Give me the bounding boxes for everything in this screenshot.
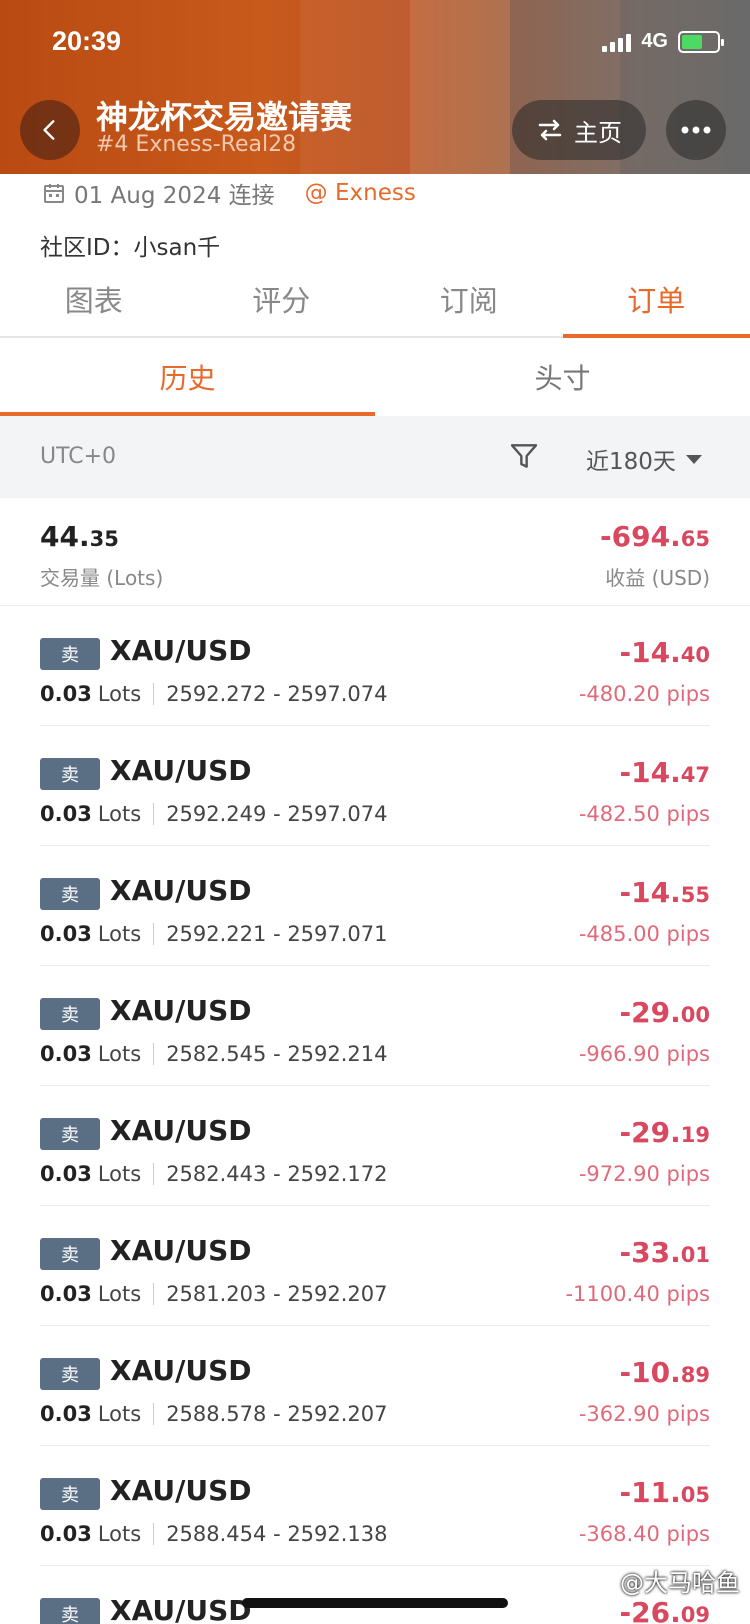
- header-photo-tile: [410, 0, 510, 174]
- subtab-history[interactable]: 历史: [0, 338, 375, 416]
- watermark: @大马哈鱼: [620, 1569, 740, 1597]
- more-button[interactable]: [666, 100, 726, 160]
- order-profit: -14.40: [619, 636, 710, 669]
- summary-panel: 44.35 交易量 (Lots) -694.65 收益 (USD): [0, 498, 750, 606]
- order-row[interactable]: 卖 XAU/USD 0.03 Lots 2592.272 - 2597.074 -1…: [40, 606, 710, 726]
- home-button[interactable]: 主页: [512, 100, 646, 160]
- order-details: 0.03 Lots 2582.443 - 2592.172: [40, 1162, 388, 1186]
- order-symbol: XAU/USD: [110, 874, 252, 907]
- order-pips: -368.40 pips: [578, 1522, 710, 1546]
- signal-icon: [602, 32, 632, 52]
- side-badge: 卖: [40, 998, 100, 1030]
- order-profit: -10.89: [619, 1356, 710, 1389]
- order-profit: -29.19: [619, 1116, 710, 1149]
- order-pips: -482.50 pips: [578, 802, 710, 826]
- more-dots-icon: [681, 126, 711, 134]
- header-photo-tile: [300, 0, 410, 174]
- date-range-label: 近180天: [586, 449, 676, 475]
- filter-bar: UTC+0 近180天: [0, 416, 750, 498]
- order-row[interactable]: 卖 XAU/USD 0.03 Lots 2592.249 - 2597.074 -1…: [40, 726, 710, 846]
- side-badge: 卖: [40, 1238, 100, 1270]
- tab-subscribe[interactable]: 订阅: [375, 262, 563, 336]
- order-pips: -1100.40 pips: [565, 1282, 710, 1306]
- chevron-left-icon: [43, 120, 55, 140]
- order-details: 0.03 Lots 2592.221 - 2597.071: [40, 922, 388, 946]
- tab-rating[interactable]: 评分: [188, 262, 376, 336]
- back-button[interactable]: [20, 100, 80, 160]
- broker-link[interactable]: @ Exness: [305, 180, 416, 206]
- pnl-label: 收益 (USD): [605, 566, 710, 590]
- app-header: 20:39 4G 神龙杯交易邀请赛 #4 Exness-Real28 主页: [0, 0, 750, 174]
- order-row[interactable]: 卖 XAU/USD -26.09: [40, 1566, 710, 1624]
- order-profit: -14.47: [619, 756, 710, 789]
- order-row[interactable]: 卖 XAU/USD 0.03 Lots 2582.443 - 2592.172 -2…: [40, 1086, 710, 1206]
- order-details: 0.03 Lots 2581.203 - 2592.207: [40, 1282, 388, 1306]
- side-badge: 卖: [40, 758, 100, 790]
- home-indicator: [242, 1598, 508, 1608]
- order-details: 0.03 Lots 2592.272 - 2597.074: [40, 682, 388, 706]
- order-pips: -972.90 pips: [578, 1162, 710, 1186]
- network-type: 4G: [641, 30, 668, 52]
- order-details: 0.03 Lots 2588.578 - 2592.207: [40, 1402, 388, 1426]
- side-badge: 卖: [40, 1358, 100, 1390]
- order-row[interactable]: 卖 XAU/USD 0.03 Lots 2588.578 - 2592.207 -1…: [40, 1326, 710, 1446]
- order-symbol: XAU/USD: [110, 1474, 252, 1507]
- calendar-icon: [44, 184, 64, 203]
- side-badge: 卖: [40, 1478, 100, 1510]
- connect-date: 01 Aug 2024 连接: [74, 183, 275, 209]
- order-profit: -14.55: [619, 876, 710, 909]
- order-pips: -480.20 pips: [578, 682, 710, 706]
- caret-down-icon: [685, 454, 702, 464]
- timezone-label: UTC+0: [40, 444, 117, 469]
- subtab-positions[interactable]: 头寸: [375, 338, 750, 416]
- side-badge: 卖: [40, 1598, 100, 1624]
- order-row[interactable]: 卖 XAU/USD 0.03 Lots 2592.221 - 2597.071 -1…: [40, 846, 710, 966]
- main-tabs: 图表 评分 订阅 订单: [0, 262, 750, 338]
- account-subtitle: #4 Exness-Real28: [96, 132, 297, 157]
- order-symbol: XAU/USD: [110, 1114, 252, 1147]
- total-pnl: -694.65: [600, 520, 710, 553]
- account-info: 01 Aug 2024 连接 @ Exness: [42, 176, 416, 210]
- order-details: 0.03 Lots 2582.545 - 2592.214: [40, 1042, 388, 1066]
- filter-icon[interactable]: [508, 440, 540, 472]
- side-badge: 卖: [40, 878, 100, 910]
- order-symbol: XAU/USD: [110, 754, 252, 787]
- status-indicators: 4G: [602, 30, 724, 53]
- total-volume: 44.35: [40, 520, 119, 553]
- order-row[interactable]: 卖 XAU/USD 0.03 Lots 2582.545 - 2592.214 -2…: [40, 966, 710, 1086]
- swap-arrows-icon: [538, 119, 562, 141]
- orders-list: 卖 XAU/USD 0.03 Lots 2592.272 - 2597.074 -1…: [0, 606, 750, 1624]
- order-symbol: XAU/USD: [110, 1594, 252, 1624]
- order-pips: -485.00 pips: [578, 922, 710, 946]
- order-profit: -29.00: [619, 996, 710, 1029]
- order-row[interactable]: 卖 XAU/USD 0.03 Lots 2588.454 - 2592.138 -1…: [40, 1446, 710, 1566]
- order-details: 0.03 Lots 2588.454 - 2592.138: [40, 1522, 388, 1546]
- order-details: 0.03 Lots 2592.249 - 2597.074: [40, 802, 388, 826]
- status-time: 20:39: [52, 26, 122, 56]
- order-symbol: XAU/USD: [110, 1354, 252, 1387]
- battery-icon: [678, 30, 724, 53]
- home-button-label: 主页: [574, 118, 622, 147]
- order-symbol: XAU/USD: [110, 634, 252, 667]
- date-range-select[interactable]: 近180天: [586, 442, 702, 476]
- order-symbol: XAU/USD: [110, 1234, 252, 1267]
- order-subtabs: 历史 头寸: [0, 338, 750, 416]
- order-row[interactable]: 卖 XAU/USD 0.03 Lots 2581.203 - 2592.207 -3…: [40, 1206, 710, 1326]
- order-pips: -966.90 pips: [578, 1042, 710, 1066]
- volume-label: 交易量 (Lots): [40, 566, 164, 590]
- community-id: 社区ID：小san千: [40, 235, 221, 261]
- order-profit: -11.05: [619, 1476, 710, 1509]
- tab-orders[interactable]: 订单: [562, 262, 750, 338]
- order-symbol: XAU/USD: [110, 994, 252, 1027]
- side-badge: 卖: [40, 1118, 100, 1150]
- tab-chart[interactable]: 图表: [0, 262, 188, 336]
- order-profit: -33.01: [619, 1236, 710, 1269]
- order-pips: -362.90 pips: [578, 1402, 710, 1426]
- order-profit: -26.09: [619, 1596, 710, 1624]
- side-badge: 卖: [40, 638, 100, 670]
